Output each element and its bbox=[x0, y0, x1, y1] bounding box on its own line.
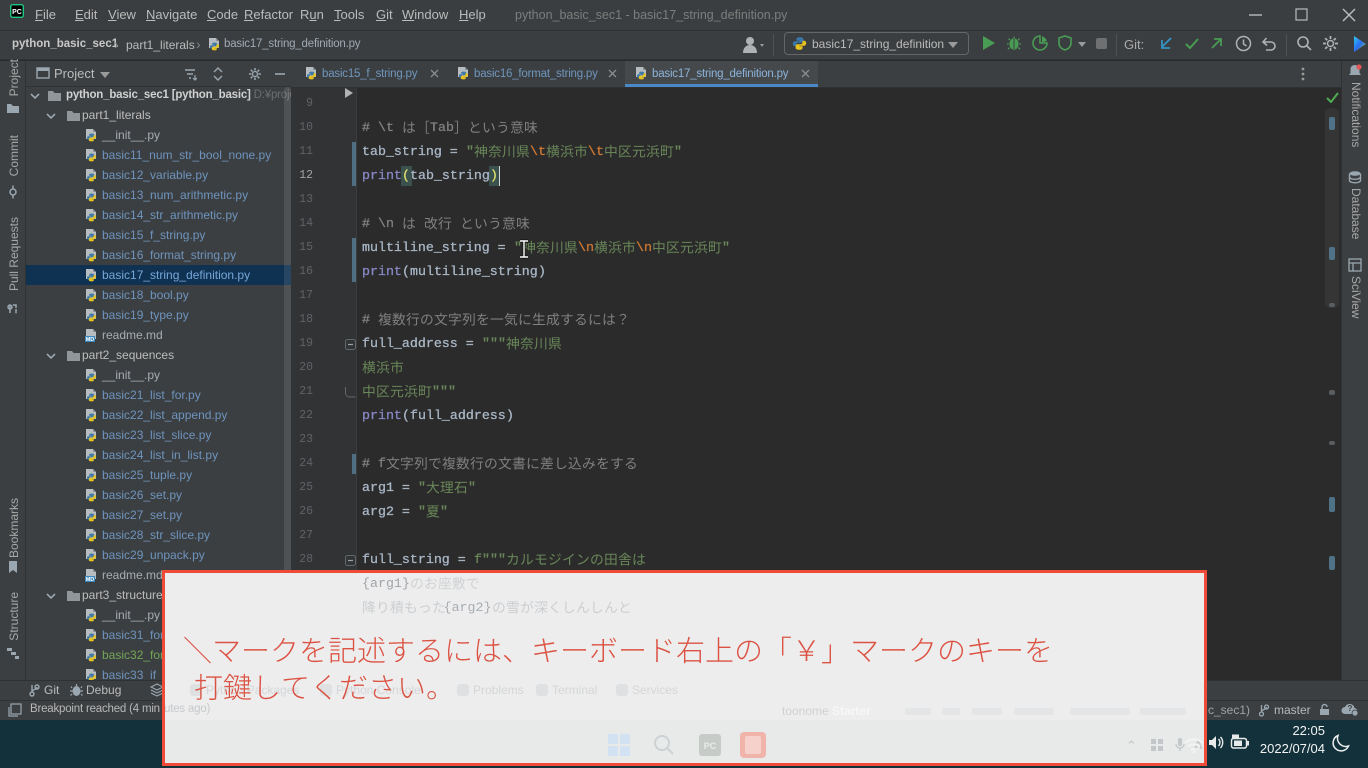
svg-text:?: ? bbox=[1348, 704, 1353, 713]
svg-text:MD: MD bbox=[86, 577, 95, 583]
svg-text:PC: PC bbox=[12, 9, 22, 16]
svg-text:MD: MD bbox=[86, 337, 95, 343]
svg-text:PC: PC bbox=[704, 741, 717, 751]
